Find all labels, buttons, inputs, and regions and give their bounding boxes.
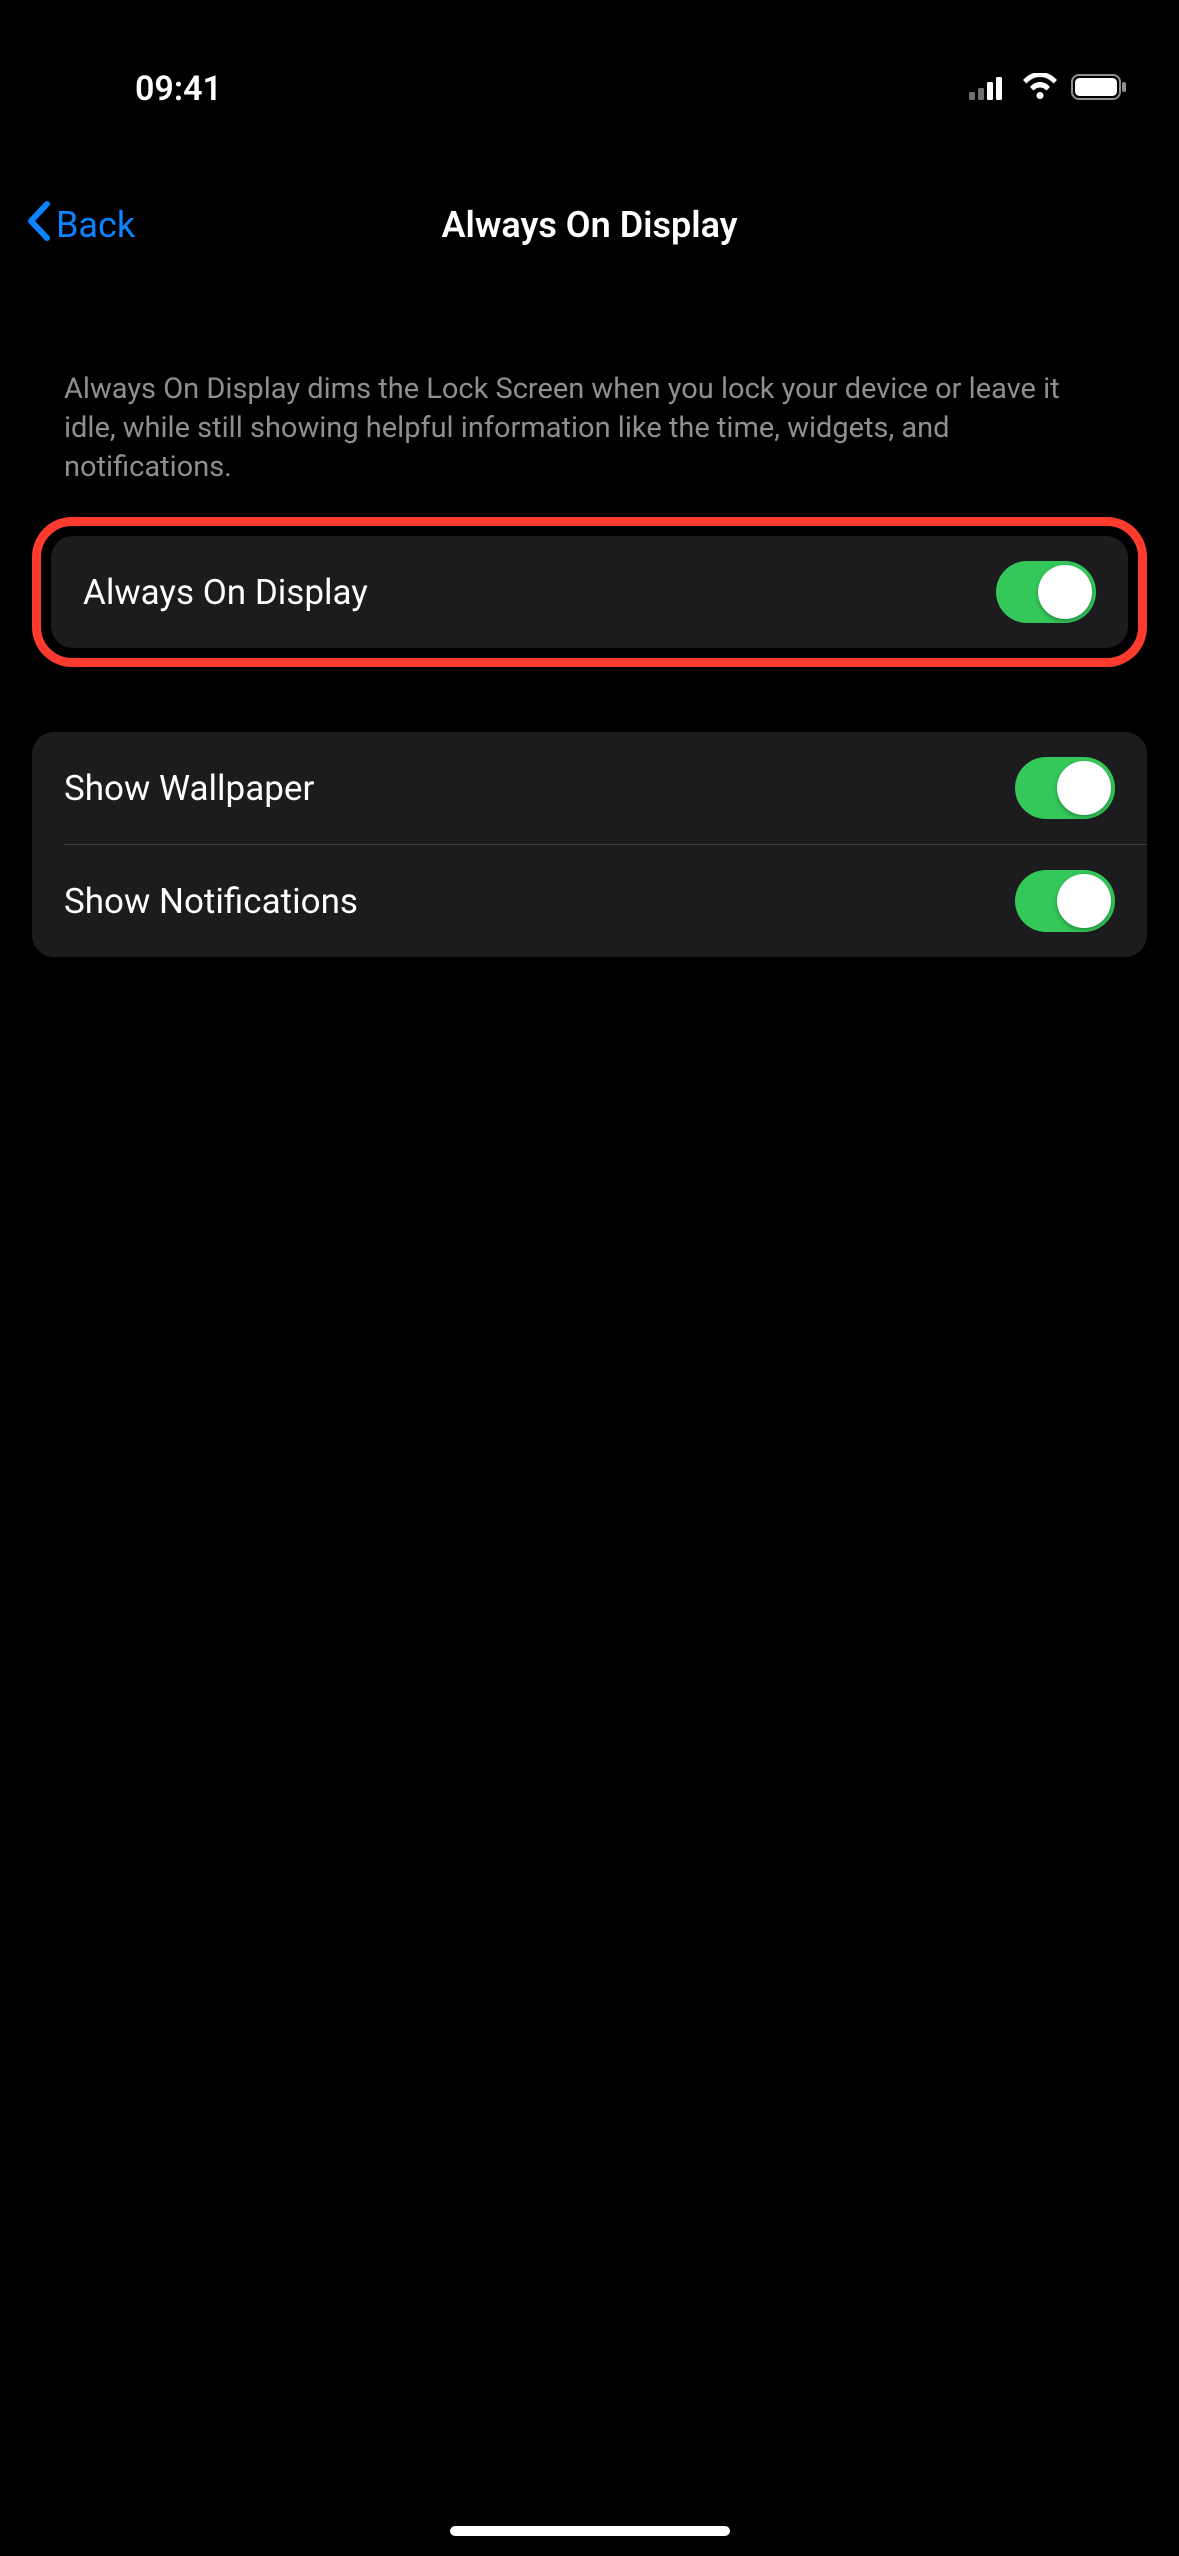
highlighted-setting-group: Always On Display [32,517,1147,667]
show-wallpaper-toggle[interactable] [1015,757,1115,819]
battery-icon [1071,73,1129,105]
setting-label: Show Wallpaper [64,768,314,809]
setting-group: Always On Display [51,536,1128,648]
show-notifications-row[interactable]: Show Notifications [32,845,1147,957]
status-icons [969,73,1129,105]
setting-label: Always On Display [83,572,368,613]
wifi-icon [1021,73,1059,105]
toggle-knob [1057,874,1111,928]
setting-description: Always On Display dims the Lock Screen w… [32,370,1147,517]
always-on-display-toggle[interactable] [996,561,1096,623]
setting-group: Show Wallpaper Show Notifications [32,732,1147,957]
chevron-left-icon [25,200,51,251]
toggle-knob [1057,761,1111,815]
nav-bar: Back Always On Display [0,170,1179,280]
show-notifications-toggle[interactable] [1015,870,1115,932]
setting-label: Show Notifications [64,881,358,922]
toggle-knob [1038,565,1092,619]
back-button[interactable]: Back [25,200,135,251]
content-area: Always On Display dims the Lock Screen w… [0,370,1179,957]
page-title: Always On Display [441,204,737,246]
show-wallpaper-row[interactable]: Show Wallpaper [32,732,1147,844]
status-bar: 09:41 [0,0,1179,140]
back-label: Back [56,204,135,246]
status-time: 09:41 [135,69,222,109]
cellular-signal-icon [969,74,1009,104]
home-indicator[interactable] [450,2526,730,2536]
always-on-display-row[interactable]: Always On Display [51,536,1128,648]
